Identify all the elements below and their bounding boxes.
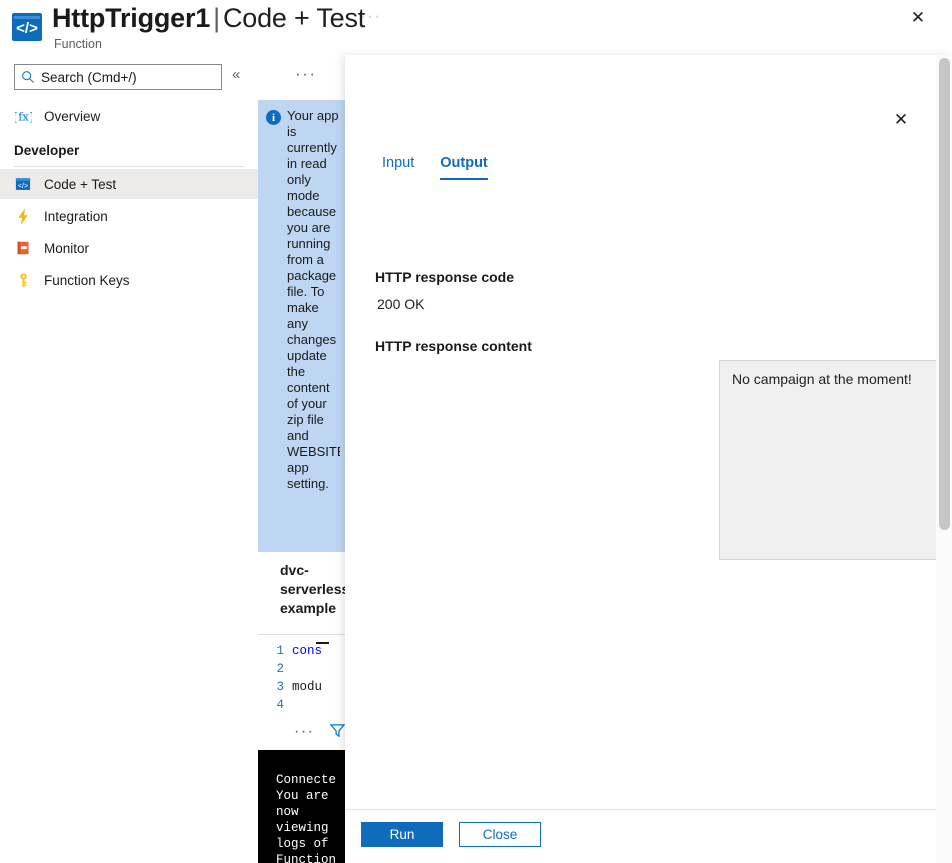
sidebar-item-integration[interactable]: Integration <box>0 201 258 231</box>
sidebar: Search (Cmd+/) « {fx} Overview Developer… <box>0 56 258 863</box>
editor-divider <box>258 634 348 635</box>
log-toolbar: ··· <box>258 716 348 746</box>
code-editor[interactable]: 1 cons 2 3 modu 4 <box>258 642 348 712</box>
readonly-info-banner: i Your app is currently in read only mod… <box>258 100 346 552</box>
panel-footer-divider <box>345 809 952 810</box>
editor-file-title: dvc-serverless example <box>280 562 350 616</box>
sidebar-item-monitor[interactable]: Monitor <box>0 233 258 263</box>
response-code-label: HTTP response code <box>375 269 515 285</box>
lightning-icon <box>14 207 32 225</box>
search-icon <box>22 71 35 84</box>
sidebar-group-developer: Developer <box>14 143 80 158</box>
resource-name: HttpTrigger1 <box>52 3 211 33</box>
page-section-name: Code + Test <box>222 3 366 33</box>
code-line: 4 <box>258 696 348 712</box>
panel-tabs: Input Output <box>382 155 488 180</box>
close-button[interactable]: Close <box>459 822 541 847</box>
collapse-sidebar-icon[interactable]: « <box>232 66 240 83</box>
log-console[interactable]: Connecte You are now viewing logs of Fun… <box>258 750 348 863</box>
response-content-label: HTTP response content <box>375 338 532 354</box>
response-content-box[interactable]: No campaign at the moment! <box>719 360 952 560</box>
function-icon: {fx} <box>14 107 32 125</box>
line-number: 4 <box>276 698 284 712</box>
code-line: 1 cons <box>258 642 348 660</box>
info-banner-text: Your app is currently in read only mode … <box>287 108 340 491</box>
svg-text:{fx}: {fx} <box>15 109 32 123</box>
key-icon <box>14 271 32 289</box>
info-icon: i <box>266 110 281 125</box>
filter-icon[interactable] <box>330 723 345 738</box>
sidebar-item-label: Overview <box>44 108 101 124</box>
tab-input[interactable]: Input <box>382 155 414 180</box>
sidebar-item-code-test[interactable]: </> Code + Test <box>0 169 258 199</box>
sidebar-item-label: Monitor <box>44 240 90 256</box>
sidebar-item-function-keys[interactable]: Function Keys <box>0 265 258 295</box>
search-input[interactable]: Search (Cmd+/) <box>14 64 222 90</box>
response-code-value: 200 OK <box>377 296 425 312</box>
page-subtitle: Function <box>54 37 102 51</box>
code-token: modu <box>292 680 323 694</box>
sidebar-item-overview[interactable]: {fx} Overview <box>0 101 258 131</box>
monitor-book-icon <box>14 239 32 257</box>
title-separator: | <box>213 3 220 33</box>
azure-portal-code-test-screen: </> HttpTrigger1 | Code + Test Function ··… <box>0 0 952 863</box>
panel-vscrollbar-thumb[interactable] <box>939 58 950 530</box>
search-placeholder: Search (Cmd+/) <box>41 69 137 85</box>
code-test-icon: </> <box>14 175 32 193</box>
code-brackets-icon: </> <box>12 13 42 41</box>
sidebar-item-label: Code + Test <box>44 176 117 192</box>
sidebar-divider <box>14 166 244 167</box>
icon-title-bar <box>14 16 40 19</box>
icon-glyph: </> <box>16 20 38 37</box>
title-more-menu[interactable]: ··· <box>360 6 381 26</box>
code-cursor <box>316 642 329 644</box>
close-blade-icon[interactable]: ✕ <box>906 6 930 30</box>
test-run-panel: ✕ Input Output HTTP response code 200 OK… <box>345 55 952 863</box>
page-title: HttpTrigger1 | Code + Test Function <box>52 2 365 51</box>
svg-text:</>: </> <box>18 181 28 189</box>
command-more-menu[interactable]: ··· <box>295 64 316 84</box>
page-header: </> HttpTrigger1 | Code + Test Function ··… <box>0 0 952 56</box>
code-token: cons <box>292 644 323 658</box>
sidebar-item-label: Integration <box>44 208 108 224</box>
code-line: 3 modu <box>258 678 348 696</box>
tab-output[interactable]: Output <box>440 155 488 180</box>
panel-close-icon[interactable]: ✕ <box>888 107 914 133</box>
line-number: 1 <box>276 644 284 658</box>
line-number: 2 <box>276 662 284 676</box>
run-button[interactable]: Run <box>361 822 443 847</box>
sidebar-item-label: Function Keys <box>44 272 130 288</box>
line-number: 3 <box>276 680 284 694</box>
log-more-menu[interactable]: ··· <box>294 723 314 741</box>
code-line: 2 <box>258 660 348 678</box>
